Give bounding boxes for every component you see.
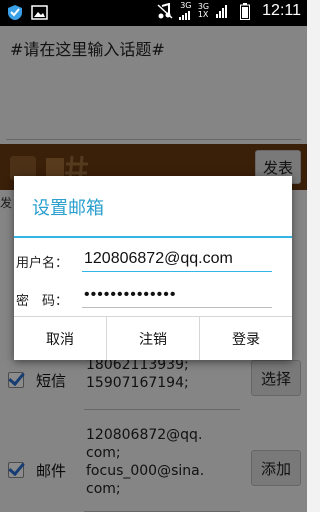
shield-icon bbox=[6, 4, 23, 21]
email-settings-dialog: 设置邮箱 用户名： 密 码： 取消 注销 登录 bbox=[14, 176, 292, 360]
network-3g-indicator: 3G bbox=[178, 2, 193, 20]
dialog-button-bar: 取消 注销 登录 bbox=[14, 316, 292, 360]
logout-button[interactable]: 注销 bbox=[106, 317, 199, 360]
clock: 12:11 bbox=[262, 2, 301, 19]
network-dual-indicator: 3G 1X bbox=[197, 2, 210, 19]
password-label: 密 码： bbox=[16, 294, 69, 309]
signal-icon bbox=[214, 3, 231, 20]
status-bar: 3G 3G 1X 12:11 bbox=[0, 0, 307, 26]
battery-icon bbox=[236, 2, 253, 20]
music-mute-icon bbox=[157, 2, 174, 20]
image-icon bbox=[31, 4, 48, 21]
password-field[interactable] bbox=[82, 282, 272, 308]
username-label: 用户名： bbox=[16, 256, 69, 271]
cancel-button[interactable]: 取消 bbox=[14, 317, 106, 360]
login-button[interactable]: 登录 bbox=[199, 317, 292, 360]
dialog-title: 设置邮箱 bbox=[32, 198, 104, 219]
username-field[interactable] bbox=[82, 246, 272, 272]
dialog-divider bbox=[14, 236, 292, 238]
